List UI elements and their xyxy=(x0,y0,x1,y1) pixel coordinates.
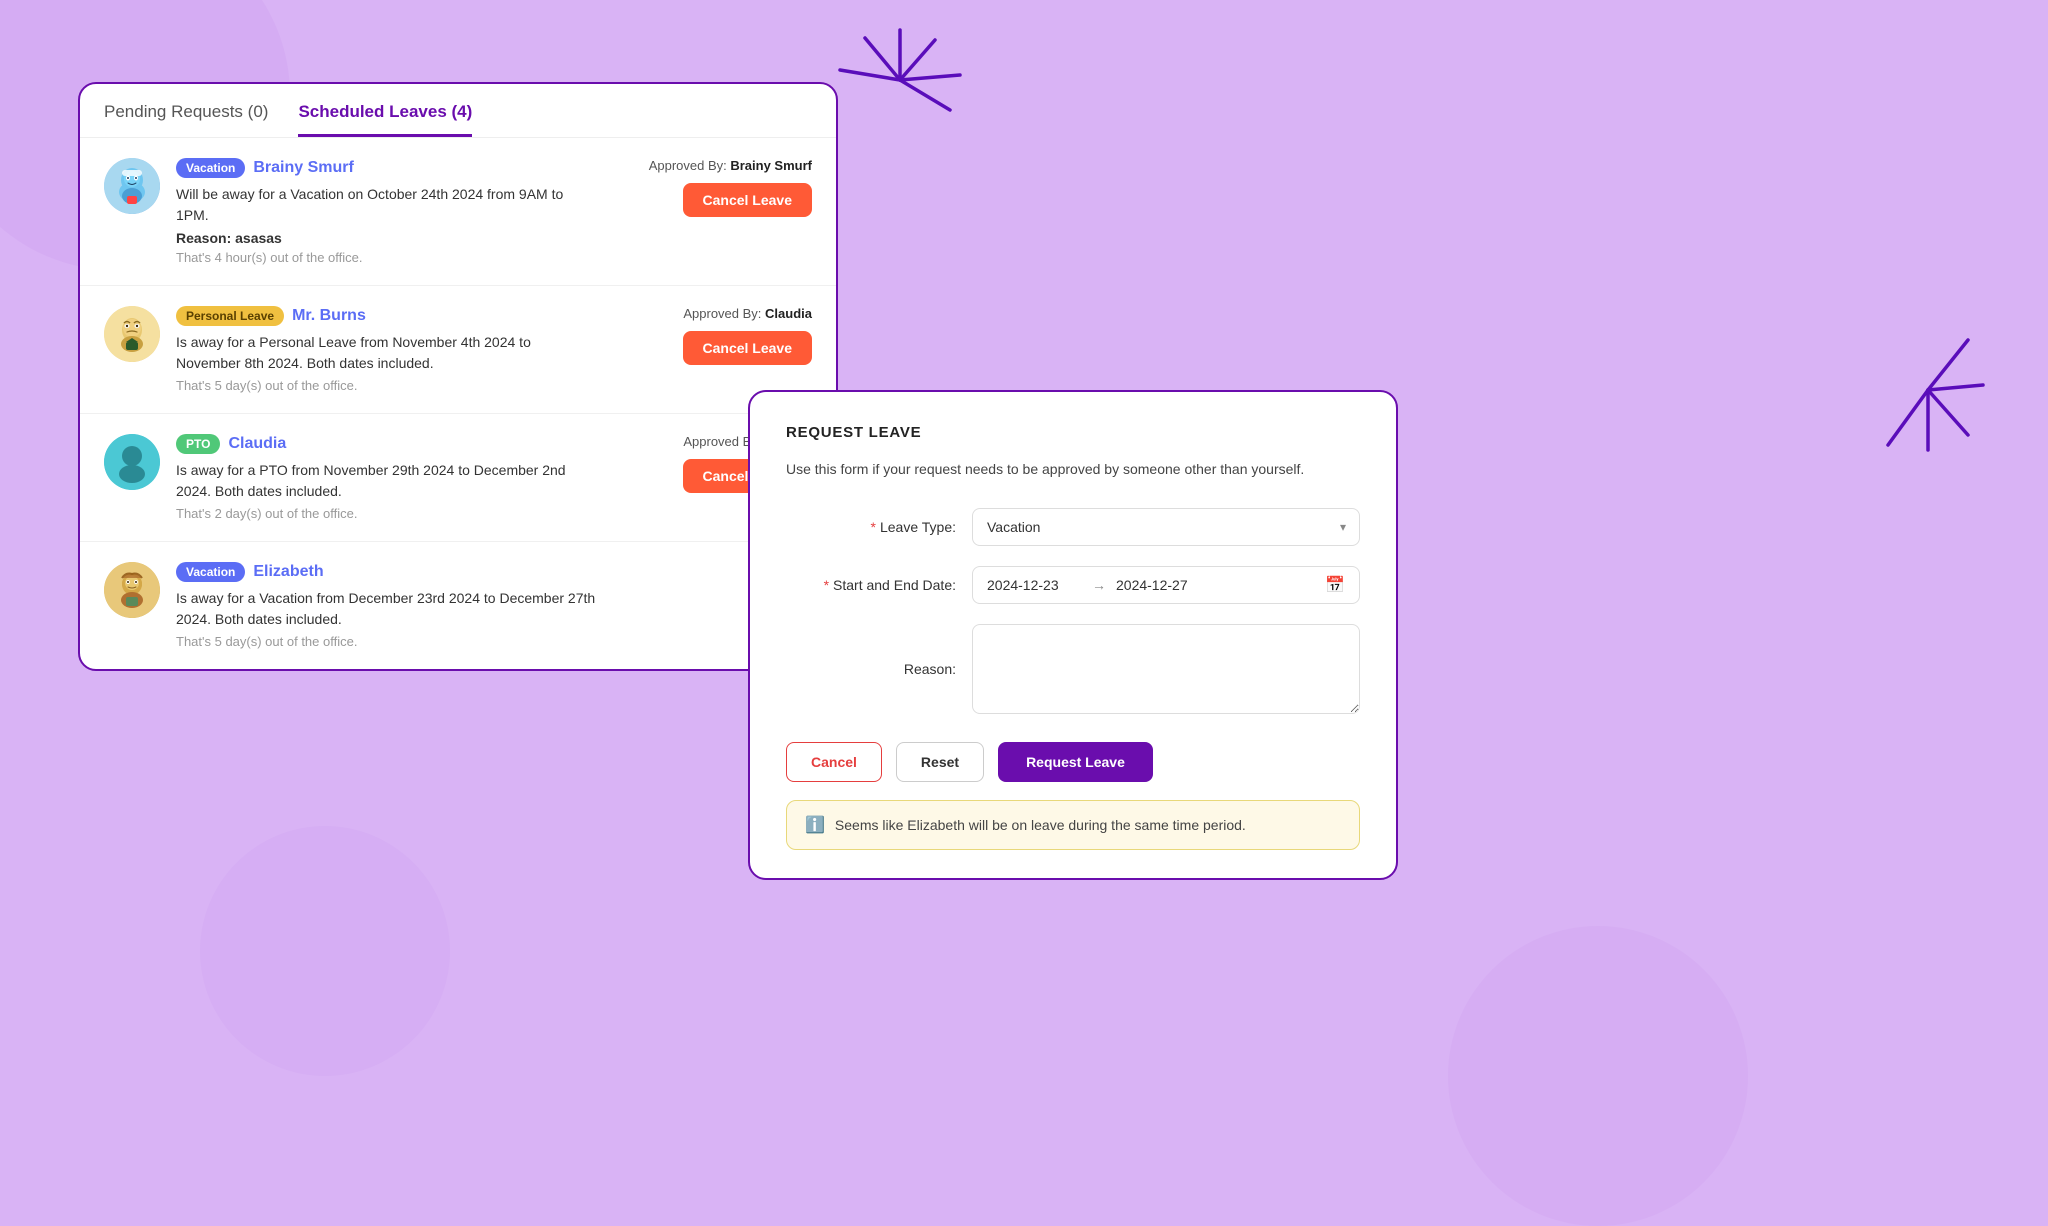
table-row: Vacation Elizabeth Is away for a Vacatio… xyxy=(80,542,836,669)
elizabeth-avatar xyxy=(104,562,160,618)
start-date-input[interactable] xyxy=(987,577,1082,593)
request-leave-panel: REQUEST LEAVE Use this form if your requ… xyxy=(748,390,1398,880)
approved-by: Approved By: Claudia xyxy=(683,306,812,321)
date-range-label: *Start and End Date: xyxy=(786,577,956,593)
avatar xyxy=(104,158,160,214)
cancel-button[interactable]: Cancel xyxy=(786,742,882,782)
claudia-avatar xyxy=(104,434,160,490)
leave-content: PTO Claudia Is away for a PTO from Novem… xyxy=(176,434,596,521)
request-panel-subtitle: Use this form if your request needs to b… xyxy=(786,459,1360,480)
table-row: Vacation Brainy Smurf Will be away for a… xyxy=(80,138,836,286)
end-date-input[interactable] xyxy=(1116,577,1211,593)
calendar-icon: 📅 xyxy=(1325,575,1345,595)
avatar xyxy=(104,562,160,618)
leave-description: Is away for a Personal Leave from Novemb… xyxy=(176,332,596,374)
mr-burns-avatar xyxy=(104,306,160,362)
status-badge: Vacation xyxy=(176,158,245,178)
avatar xyxy=(104,434,160,490)
panel-tabs: Pending Requests (0) Scheduled Leaves (4… xyxy=(80,84,836,138)
status-badge: Personal Leave xyxy=(176,306,284,326)
leave-type-select-wrap: Vacation Personal Leave PTO Sick Leave ▾ xyxy=(972,508,1360,546)
status-badge: PTO xyxy=(176,434,220,454)
leave-actions: Approved By: Claudia Cancel Leave xyxy=(612,306,812,365)
leave-content: Vacation Elizabeth Is away for a Vacatio… xyxy=(176,562,596,649)
reset-button[interactable]: Reset xyxy=(896,742,984,782)
date-range-arrow: → xyxy=(1092,577,1106,593)
right-burst-decoration xyxy=(1868,310,1988,470)
cancel-leave-button[interactable]: Cancel Leave xyxy=(683,183,813,217)
brainy-smurf-avatar xyxy=(104,158,160,214)
request-panel-title: REQUEST LEAVE xyxy=(786,424,1360,441)
leave-reason: Reason: asasas xyxy=(176,230,596,246)
leave-description: Is away for a PTO from November 29th 202… xyxy=(176,460,596,502)
table-row: PTO Claudia Is away for a PTO from Novem… xyxy=(80,414,836,542)
status-badge: Vacation xyxy=(176,562,245,582)
table-row: Personal Leave Mr. Burns Is away for a P… xyxy=(80,286,836,414)
cancel-leave-button[interactable]: Cancel Leave xyxy=(683,331,813,365)
employee-name: Claudia xyxy=(228,435,286,453)
leaves-panel: Pending Requests (0) Scheduled Leaves (4… xyxy=(78,82,838,671)
tab-scheduled[interactable]: Scheduled Leaves (4) xyxy=(298,102,472,137)
leave-type-row: *Leave Type: Vacation Personal Leave PTO… xyxy=(786,508,1360,546)
leave-header: Personal Leave Mr. Burns xyxy=(176,306,596,326)
avatar xyxy=(104,306,160,362)
reason-row: Reason: xyxy=(786,624,1360,714)
leave-header: PTO Claudia xyxy=(176,434,596,454)
leave-duration: That's 2 day(s) out of the office. xyxy=(176,506,596,521)
date-range-row: *Start and End Date: → 📅 xyxy=(786,566,1360,604)
leave-content: Vacation Brainy Smurf Will be away for a… xyxy=(176,158,596,265)
leave-actions: Approved By: Brainy Smurf Cancel Leave xyxy=(612,158,812,217)
reason-label: Reason: xyxy=(786,661,956,677)
reason-textarea[interactable] xyxy=(972,624,1360,714)
tab-pending[interactable]: Pending Requests (0) xyxy=(104,102,268,137)
leave-type-select[interactable]: Vacation Personal Leave PTO Sick Leave xyxy=(972,508,1360,546)
leave-list: Vacation Brainy Smurf Will be away for a… xyxy=(80,138,836,669)
request-leave-button[interactable]: Request Leave xyxy=(998,742,1153,782)
leave-duration: That's 5 day(s) out of the office. xyxy=(176,378,596,393)
info-icon: ℹ️ xyxy=(805,815,825,835)
approved-by: Approved By: Brainy Smurf xyxy=(649,158,812,173)
employee-name: Brainy Smurf xyxy=(253,159,353,177)
overlap-warning: ℹ️ Seems like Elizabeth will be on leave… xyxy=(786,800,1360,850)
date-range-input[interactable]: → 📅 xyxy=(972,566,1360,604)
form-actions: Cancel Reset Request Leave xyxy=(786,738,1360,782)
leave-header: Vacation Elizabeth xyxy=(176,562,596,582)
leave-description: Is away for a Vacation from December 23r… xyxy=(176,588,596,630)
leave-content: Personal Leave Mr. Burns Is away for a P… xyxy=(176,306,596,393)
leave-duration: That's 4 hour(s) out of the office. xyxy=(176,250,596,265)
leave-type-label: *Leave Type: xyxy=(786,519,956,535)
leave-duration: That's 5 day(s) out of the office. xyxy=(176,634,596,649)
leave-header: Vacation Brainy Smurf xyxy=(176,158,596,178)
top-burst-decoration xyxy=(820,20,980,140)
leave-description: Will be away for a Vacation on October 2… xyxy=(176,184,596,226)
employee-name: Elizabeth xyxy=(253,563,323,581)
employee-name: Mr. Burns xyxy=(292,307,366,325)
overlap-warning-text: Seems like Elizabeth will be on leave du… xyxy=(835,817,1246,833)
